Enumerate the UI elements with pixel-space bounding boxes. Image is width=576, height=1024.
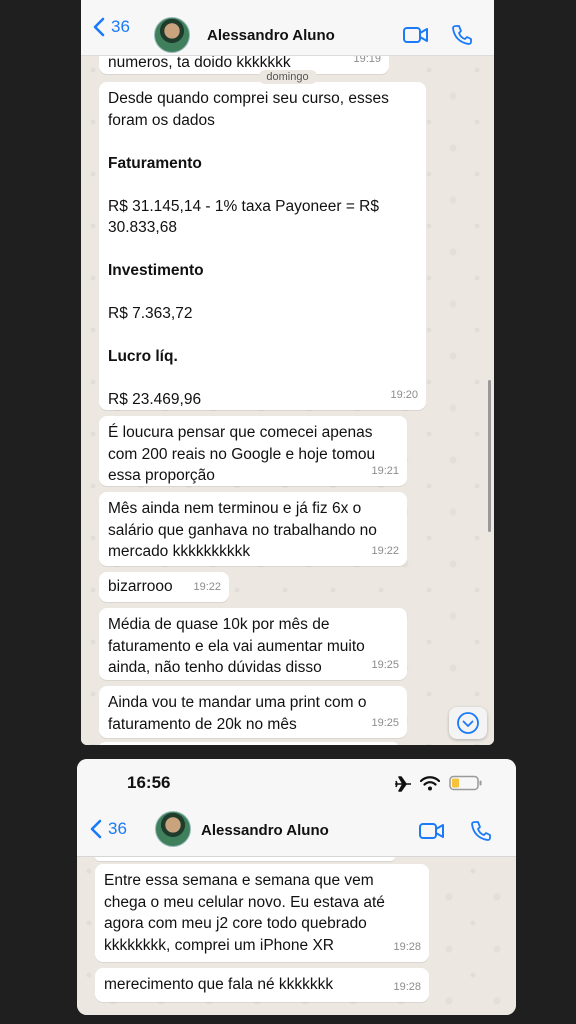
message-time: 19:28 <box>393 940 421 953</box>
chat-header: 36 Alessandro Aluno <box>77 807 516 857</box>
message-text: bizarrooo <box>108 578 173 595</box>
message-bubble[interactable]: bizarrooo 19:22 <box>99 572 229 602</box>
chevron-down-circle-icon <box>457 712 479 734</box>
message-bubble[interactable]: Mês ainda nem terminou e já fiz 6x o sal… <box>99 492 407 566</box>
avatar[interactable] <box>155 811 191 847</box>
message-text: Ainda vou te mandar uma print com o fatu… <box>108 694 371 733</box>
video-call-button[interactable] <box>419 822 445 845</box>
phone-icon <box>452 25 472 45</box>
message-time: 19:21 <box>371 464 399 477</box>
heading-profit: Lucro líq. <box>108 348 178 365</box>
airplane-icon <box>395 776 411 792</box>
scrollbar[interactable] <box>488 380 491 532</box>
chat-screenshot-bottom: 16:56 36 Alessandro Aluno Entre essa sem… <box>77 759 516 1015</box>
wifi-icon <box>420 776 440 791</box>
message-text: merecimento que fala né kkkkkkk <box>104 976 334 993</box>
message-bubble[interactable]: É loucura pensar que comecei apenas com … <box>99 416 407 486</box>
message-bubble-peek <box>95 857 395 861</box>
message-time: 19:28 <box>393 980 421 993</box>
heading-investment: Investimento <box>108 262 204 279</box>
message-time: 19:25 <box>371 716 399 729</box>
scroll-to-bottom-button[interactable] <box>449 707 487 739</box>
message-bubble-stats[interactable]: Desde quando comprei seu curso, esses fo… <box>99 82 426 410</box>
back-button[interactable]: 36 <box>90 819 127 839</box>
profit-value: R$ 23.469,96 <box>108 391 202 408</box>
battery-icon <box>449 775 482 791</box>
contact-name[interactable]: Alessandro Aluno <box>207 27 335 44</box>
message-time: 19:25 <box>371 658 399 671</box>
message-text: Desde quando comprei seu curso, esses fo… <box>108 90 394 129</box>
video-camera-icon <box>419 823 444 839</box>
investment-value: R$ 7.363,72 <box>108 305 193 322</box>
video-call-button[interactable] <box>403 26 429 49</box>
message-text: Mês ainda nem terminou e já fiz 6x o sal… <box>108 500 382 560</box>
message-time: 19:22 <box>371 544 399 557</box>
contact-name[interactable]: Alessandro Aluno <box>201 822 329 839</box>
day-separator: domingo <box>258 70 317 84</box>
message-bubble[interactable]: merecimento que fala né kkkkkkk 19:28 <box>95 968 429 1002</box>
avatar[interactable] <box>154 17 190 53</box>
video-camera-icon <box>403 27 428 43</box>
chevron-left-icon <box>93 17 105 37</box>
message-bubble[interactable]: Entre essa semana e semana que vem chega… <box>95 864 429 962</box>
message-bubble[interactable]: Média de quase 10k por mês de faturament… <box>99 608 407 680</box>
unread-count: 36 <box>111 17 130 36</box>
voice-call-button[interactable] <box>451 24 473 51</box>
message-text: Entre essa semana e semana que vem chega… <box>104 872 390 954</box>
message-bubble[interactable]: Ainda vou te mandar uma print com o fatu… <box>99 686 407 738</box>
heading-revenue: Faturamento <box>108 154 202 172</box>
back-button[interactable]: 36 <box>93 17 130 37</box>
message-time: 19:20 <box>390 388 418 401</box>
voice-call-button[interactable] <box>470 820 492 847</box>
status-time: 16:56 <box>127 773 171 792</box>
unread-count: 36 <box>108 819 127 838</box>
message-text: Média de quase 10k por mês de faturament… <box>108 616 370 676</box>
revenue-value: R$ 31.145,14 - 1% taxa Payoneer = R$ 30.… <box>108 197 384 237</box>
status-bar: 16:56 <box>77 759 516 807</box>
chat-screenshot-top: numeros, ta doido kkkkkkk 19:19 domingo … <box>81 0 494 745</box>
message-text: É loucura pensar que comecei apenas com … <box>108 424 380 484</box>
chevron-left-icon <box>90 819 102 839</box>
chat-header-overlay: 36 Alessandro Aluno <box>81 0 494 56</box>
phone-icon <box>471 821 491 841</box>
message-bubble-peek <box>99 742 399 745</box>
message-time: 19:22 <box>193 580 221 593</box>
